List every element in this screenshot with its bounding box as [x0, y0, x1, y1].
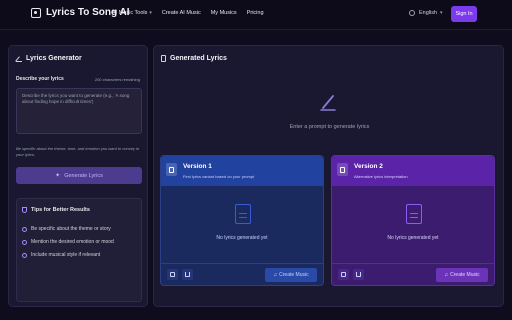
nav-item-pricing[interactable]: Pricing — [247, 10, 264, 16]
panel-title-text: Lyrics Generator — [26, 55, 82, 62]
main-nav: AI Music Tools ▾ Create AI Music My Music… — [112, 10, 274, 16]
check-icon — [22, 239, 27, 245]
document-icon — [161, 55, 166, 62]
tips-title: Tips for Better Results — [22, 207, 90, 213]
top-header: Lyrics To Song AI AI Music Tools ▾ Create… — [0, 0, 512, 30]
helper-text: Be specific about the theme, tone, and e… — [16, 146, 140, 157]
music-note-icon: ♫ — [273, 272, 278, 278]
tips-title-text: Tips for Better Results — [31, 207, 90, 213]
empty-state-text: No lyrics generated yet — [387, 235, 439, 241]
document-icon — [166, 163, 177, 176]
create-music-label: Create Music — [450, 272, 480, 278]
tip-text: Mention the desired emotion or mood — [31, 239, 114, 245]
nav-item-my-musics[interactable]: My Musics — [211, 10, 237, 16]
copy-icon[interactable] — [167, 269, 178, 280]
tip-item: Include musical style if relevant — [22, 252, 100, 258]
sparkle-icon: ✦ — [55, 173, 61, 179]
globe-icon — [409, 10, 415, 16]
download-icon[interactable] — [353, 269, 364, 280]
version-2-card: Version 2 Alternative lyrics interpretat… — [331, 155, 495, 286]
document-icon — [337, 163, 348, 176]
version-1-card: Version 1 First lyrics variant based on … — [160, 155, 324, 286]
panel-title: Generated Lyrics — [161, 55, 227, 62]
card-subtitle: First lyrics variant based on your promp… — [183, 174, 255, 179]
card-footer: ♫ Create Music — [161, 263, 323, 285]
empty-prompt-text: Enter a prompt to generate lyrics — [289, 124, 370, 130]
tip-item: Mention the desired emotion or mood — [22, 239, 114, 245]
document-icon — [406, 204, 422, 224]
pen-icon — [16, 56, 22, 62]
check-icon — [22, 226, 27, 232]
nav-item-ai-music-tools[interactable]: AI Music Tools ▾ — [112, 10, 152, 16]
chars-remaining: 200 characters remaining — [94, 77, 140, 82]
language-selector[interactable]: English ▾ — [409, 10, 443, 16]
lyrics-description-input[interactable]: Describe the lyrics you want to generate… — [16, 88, 142, 134]
generate-label: Generate Lyrics — [64, 172, 103, 179]
create-music-button[interactable]: ♫ Create Music — [436, 268, 488, 282]
card-subtitle: Alternative lyrics interpretation — [354, 174, 408, 179]
language-label: English — [419, 10, 438, 16]
logo-icon — [31, 7, 41, 18]
shield-icon — [22, 207, 27, 213]
create-music-button[interactable]: ♫ Create Music — [265, 268, 317, 282]
lyrics-generator-panel: Lyrics Generator Describe your lyrics 20… — [8, 45, 148, 307]
sign-in-button[interactable]: Sign In — [451, 6, 477, 22]
card-title: Version 2 — [354, 163, 383, 170]
card-title: Version 1 — [183, 163, 212, 170]
panel-title-text: Generated Lyrics — [170, 55, 227, 62]
check-icon — [22, 252, 27, 258]
tip-text: Be specific about the theme or story — [31, 226, 111, 232]
chevron-down-icon: ▾ — [149, 10, 152, 16]
tip-item: Be specific about the theme or story — [22, 226, 111, 232]
card-header: Version 1 First lyrics variant based on … — [161, 156, 323, 186]
tip-text: Include musical style if relevant — [31, 252, 101, 258]
nav-label: AI Music Tools — [112, 10, 148, 16]
panel-title: Lyrics Generator — [16, 55, 82, 62]
describe-label: Describe your lyrics — [16, 76, 64, 82]
empty-state-text: No lyrics generated yet — [216, 235, 268, 241]
tips-box: Tips for Better Results Be specific abou… — [16, 198, 142, 302]
music-note-icon: ♫ — [444, 272, 449, 278]
card-header: Version 2 Alternative lyrics interpretat… — [332, 156, 494, 186]
chevron-down-icon: ▾ — [440, 10, 443, 16]
document-icon — [235, 204, 251, 224]
card-footer: ♫ Create Music — [332, 263, 494, 285]
create-music-label: Create Music — [279, 272, 309, 278]
nav-item-create-ai-music[interactable]: Create AI Music — [162, 10, 201, 16]
copy-icon[interactable] — [338, 269, 349, 280]
pen-icon — [320, 95, 336, 111]
download-icon[interactable] — [182, 269, 193, 280]
generated-lyrics-panel: Generated Lyrics Enter a prompt to gener… — [153, 45, 504, 307]
generate-lyrics-button[interactable]: ✦ Generate Lyrics — [16, 167, 142, 184]
